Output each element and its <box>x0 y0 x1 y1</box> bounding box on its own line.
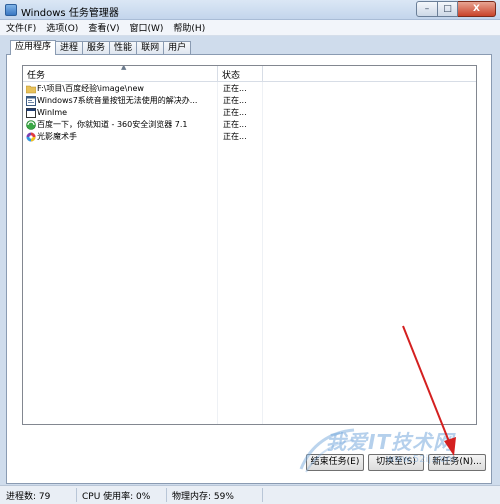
status-divider <box>262 488 263 502</box>
status-bar: 进程数: 79 CPU 使用率: 0% 物理内存: 59% <box>0 485 500 504</box>
tab-processes[interactable]: 进程 <box>55 41 84 55</box>
task-list[interactable]: ▲ 任务 状态 F:\项目\百度经验\image\new 正在... Windo… <box>22 65 477 425</box>
task-row[interactable]: WinIme 正在... <box>23 107 263 119</box>
close-button[interactable]: X <box>458 1 496 17</box>
task-status: 正在... <box>223 96 247 105</box>
task-name: 百度一下，你就知道 - 360安全浏览器 7.1 <box>37 120 188 129</box>
tab-networking[interactable]: 联网 <box>136 41 165 55</box>
maximize-button[interactable]: □ <box>438 1 458 17</box>
task-row[interactable]: Windows7系统音量按钮无法使用的解决办... 正在... <box>23 95 263 107</box>
tab-applications[interactable]: 应用程序 <box>10 40 57 55</box>
column-task[interactable]: 任务 <box>27 68 45 81</box>
task-status: 正在... <box>223 132 247 141</box>
task-row[interactable]: F:\项目\百度经验\image\new 正在... <box>23 83 263 95</box>
photo-app-icon <box>26 132 36 142</box>
status-divider <box>166 488 167 502</box>
menu-view[interactable]: 查看(V) <box>88 21 119 34</box>
window-controls: – □ X <box>416 1 496 17</box>
memory-usage: 物理内存: 59% <box>172 492 234 502</box>
menu-options[interactable]: 选项(O) <box>46 21 78 34</box>
task-row[interactable]: 百度一下，你就知道 - 360安全浏览器 7.1 正在... <box>23 119 263 131</box>
menu-file[interactable]: 文件(F) <box>6 21 36 34</box>
task-status: 正在... <box>223 120 247 129</box>
minimize-button[interactable]: – <box>416 1 438 17</box>
app-window-icon <box>26 108 36 118</box>
cpu-usage: CPU 使用率: 0% <box>82 492 151 502</box>
sort-ascending-icon: ▲ <box>121 65 127 71</box>
menu-help[interactable]: 帮助(H) <box>173 21 205 34</box>
task-name: Windows7系统音量按钮无法使用的解决办... <box>37 96 198 105</box>
column-divider[interactable] <box>262 66 263 82</box>
new-task-button[interactable]: 新任务(N)... <box>428 454 486 471</box>
tab-users[interactable]: 用户 <box>163 41 192 55</box>
task-row[interactable]: 光影魔术手 正在... <box>23 131 263 143</box>
browser-360-icon <box>26 120 36 130</box>
folder-icon <box>26 85 36 94</box>
tab-services[interactable]: 服务 <box>82 41 111 55</box>
menu-bar: 文件(F) 选项(O) 查看(V) 窗口(W) 帮助(H) <box>0 20 500 36</box>
task-name: WinIme <box>37 108 68 117</box>
tab-strip: 应用程序 进程 服务 性能 联网 用户 <box>10 40 192 55</box>
title-bar[interactable]: Windows 任务管理器 – □ X <box>0 0 500 20</box>
column-divider[interactable] <box>217 66 218 82</box>
document-window-icon <box>26 96 36 106</box>
task-name: F:\项目\百度经验\image\new <box>37 84 144 93</box>
end-task-button[interactable]: 结束任务(E) <box>306 454 364 471</box>
switch-to-button[interactable]: 切换至(S) <box>368 454 424 471</box>
task-manager-icon <box>5 4 17 16</box>
menu-window[interactable]: 窗口(W) <box>130 21 164 34</box>
process-count: 进程数: 79 <box>6 492 51 502</box>
column-status[interactable]: 状态 <box>222 68 240 81</box>
window-title: Windows 任务管理器 <box>21 8 119 19</box>
task-name: 光影魔术手 <box>37 132 77 141</box>
list-header: ▲ 任务 状态 <box>23 66 476 82</box>
task-status: 正在... <box>223 84 247 93</box>
task-status: 正在... <box>223 108 247 117</box>
applications-panel: ▲ 任务 状态 F:\项目\百度经验\image\new 正在... Windo… <box>6 54 492 484</box>
tab-performance[interactable]: 性能 <box>109 41 138 55</box>
status-divider <box>76 488 77 502</box>
